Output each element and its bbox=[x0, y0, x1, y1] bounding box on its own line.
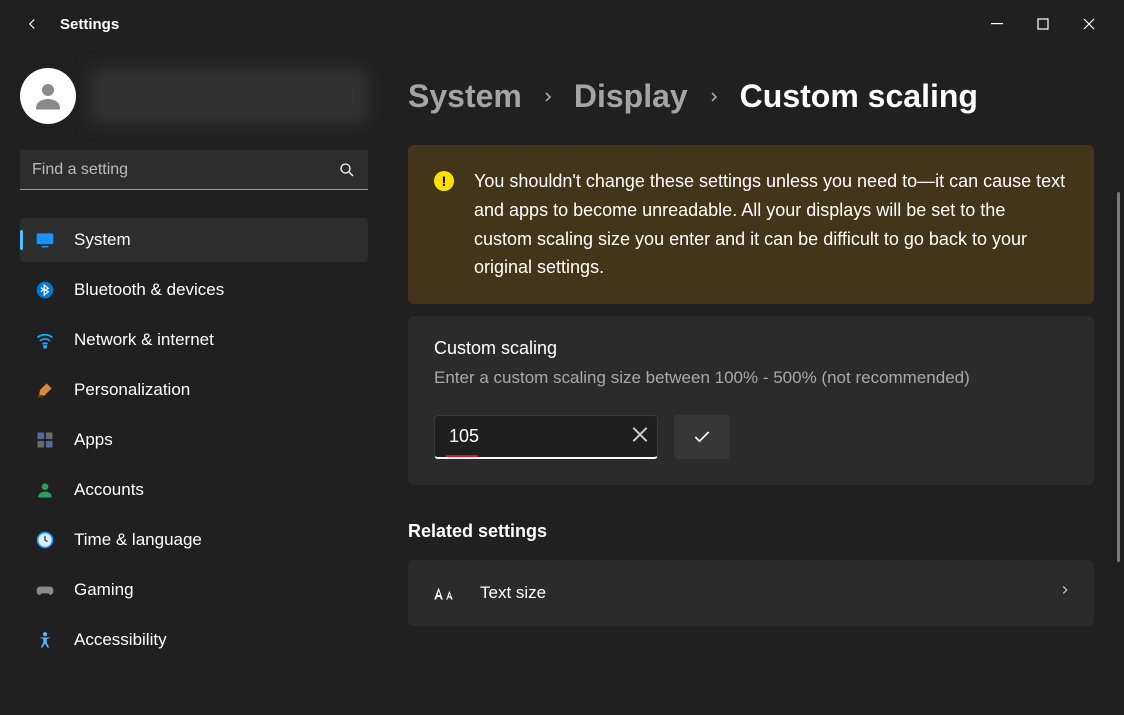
related-settings-heading: Related settings bbox=[408, 521, 1094, 542]
apply-scaling-button[interactable] bbox=[674, 415, 730, 459]
sidebar-item-system[interactable]: System bbox=[20, 218, 368, 262]
accessibility-icon bbox=[34, 629, 56, 651]
warning-icon: ! bbox=[434, 171, 454, 191]
minimize-button[interactable] bbox=[974, 8, 1020, 40]
chevron-right-icon bbox=[706, 89, 722, 105]
maximize-icon bbox=[1037, 18, 1049, 30]
search-box[interactable] bbox=[20, 150, 368, 190]
custom-scaling-card: Custom scaling Enter a custom scaling si… bbox=[408, 316, 1094, 485]
warning-text: You shouldn't change these settings unle… bbox=[474, 167, 1068, 282]
sidebar-item-label: Gaming bbox=[74, 580, 134, 600]
bluetooth-icon bbox=[34, 279, 56, 301]
close-icon bbox=[1083, 18, 1095, 30]
sidebar-nav: System Bluetooth & devices Network & inter… bbox=[20, 218, 368, 662]
scaling-input-wrap bbox=[434, 415, 658, 459]
titlebar: Settings bbox=[0, 0, 1124, 48]
sidebar-item-label: Accounts bbox=[74, 480, 144, 500]
search-icon bbox=[338, 161, 356, 179]
maximize-button[interactable] bbox=[1020, 8, 1066, 40]
custom-scaling-description: Enter a custom scaling size between 100%… bbox=[434, 365, 1068, 391]
sidebar: System Bluetooth & devices Network & inter… bbox=[0, 48, 388, 715]
gamepad-icon bbox=[34, 579, 56, 601]
x-icon bbox=[632, 426, 648, 442]
sidebar-item-label: Personalization bbox=[74, 380, 190, 400]
sidebar-item-gaming[interactable]: Gaming bbox=[20, 568, 368, 612]
chevron-right-icon bbox=[540, 89, 556, 105]
sidebar-item-label: Apps bbox=[74, 430, 113, 450]
brush-icon bbox=[34, 379, 56, 401]
sidebar-item-network-internet[interactable]: Network & internet bbox=[20, 318, 368, 362]
check-icon bbox=[692, 427, 712, 447]
content: System Display Custom scaling ! You shou… bbox=[388, 48, 1124, 715]
avatar bbox=[20, 68, 76, 124]
text-size-icon bbox=[430, 580, 458, 606]
back-arrow-icon bbox=[23, 15, 41, 33]
sidebar-item-apps[interactable]: Apps bbox=[20, 418, 368, 462]
clock-icon bbox=[34, 529, 56, 551]
custom-scaling-title: Custom scaling bbox=[434, 338, 1068, 359]
scaling-input[interactable] bbox=[434, 415, 658, 459]
breadcrumb-system[interactable]: System bbox=[408, 78, 522, 115]
close-button[interactable] bbox=[1066, 8, 1112, 40]
sidebar-item-personalization[interactable]: Personalization bbox=[20, 368, 368, 412]
scrollbar[interactable] bbox=[1117, 192, 1120, 562]
profile-section[interactable] bbox=[20, 68, 368, 124]
warning-card: ! You shouldn't change these settings un… bbox=[408, 145, 1094, 304]
sidebar-item-bluetooth-devices[interactable]: Bluetooth & devices bbox=[20, 268, 368, 312]
back-button[interactable] bbox=[12, 4, 52, 44]
apps-icon bbox=[34, 429, 56, 451]
sidebar-item-label: Accessibility bbox=[74, 630, 167, 650]
window-controls bbox=[974, 8, 1112, 40]
sidebar-item-label: Network & internet bbox=[74, 330, 214, 350]
text-size-row[interactable]: Text size bbox=[408, 560, 1094, 626]
sidebar-item-time-language[interactable]: Time & language bbox=[20, 518, 368, 562]
sidebar-item-accessibility[interactable]: Accessibility bbox=[20, 618, 368, 662]
profile-name-redacted bbox=[90, 68, 368, 124]
person-icon bbox=[34, 479, 56, 501]
breadcrumb-display[interactable]: Display bbox=[574, 78, 688, 115]
monitor-icon bbox=[34, 229, 56, 251]
text-size-label: Text size bbox=[480, 583, 1036, 603]
spellcheck-underline bbox=[446, 455, 478, 457]
sidebar-item-label: Time & language bbox=[74, 530, 202, 550]
search-input[interactable] bbox=[32, 161, 338, 179]
sidebar-item-label: Bluetooth & devices bbox=[74, 280, 224, 300]
minimize-icon bbox=[991, 18, 1003, 30]
chevron-right-icon bbox=[1058, 583, 1072, 602]
clear-input-button[interactable] bbox=[632, 426, 648, 447]
app-title: Settings bbox=[60, 16, 119, 33]
breadcrumb: System Display Custom scaling bbox=[408, 78, 1094, 115]
wifi-icon bbox=[34, 329, 56, 351]
sidebar-item-label: System bbox=[74, 230, 131, 250]
sidebar-item-accounts[interactable]: Accounts bbox=[20, 468, 368, 512]
person-icon bbox=[30, 78, 66, 114]
breadcrumb-current: Custom scaling bbox=[740, 78, 978, 115]
